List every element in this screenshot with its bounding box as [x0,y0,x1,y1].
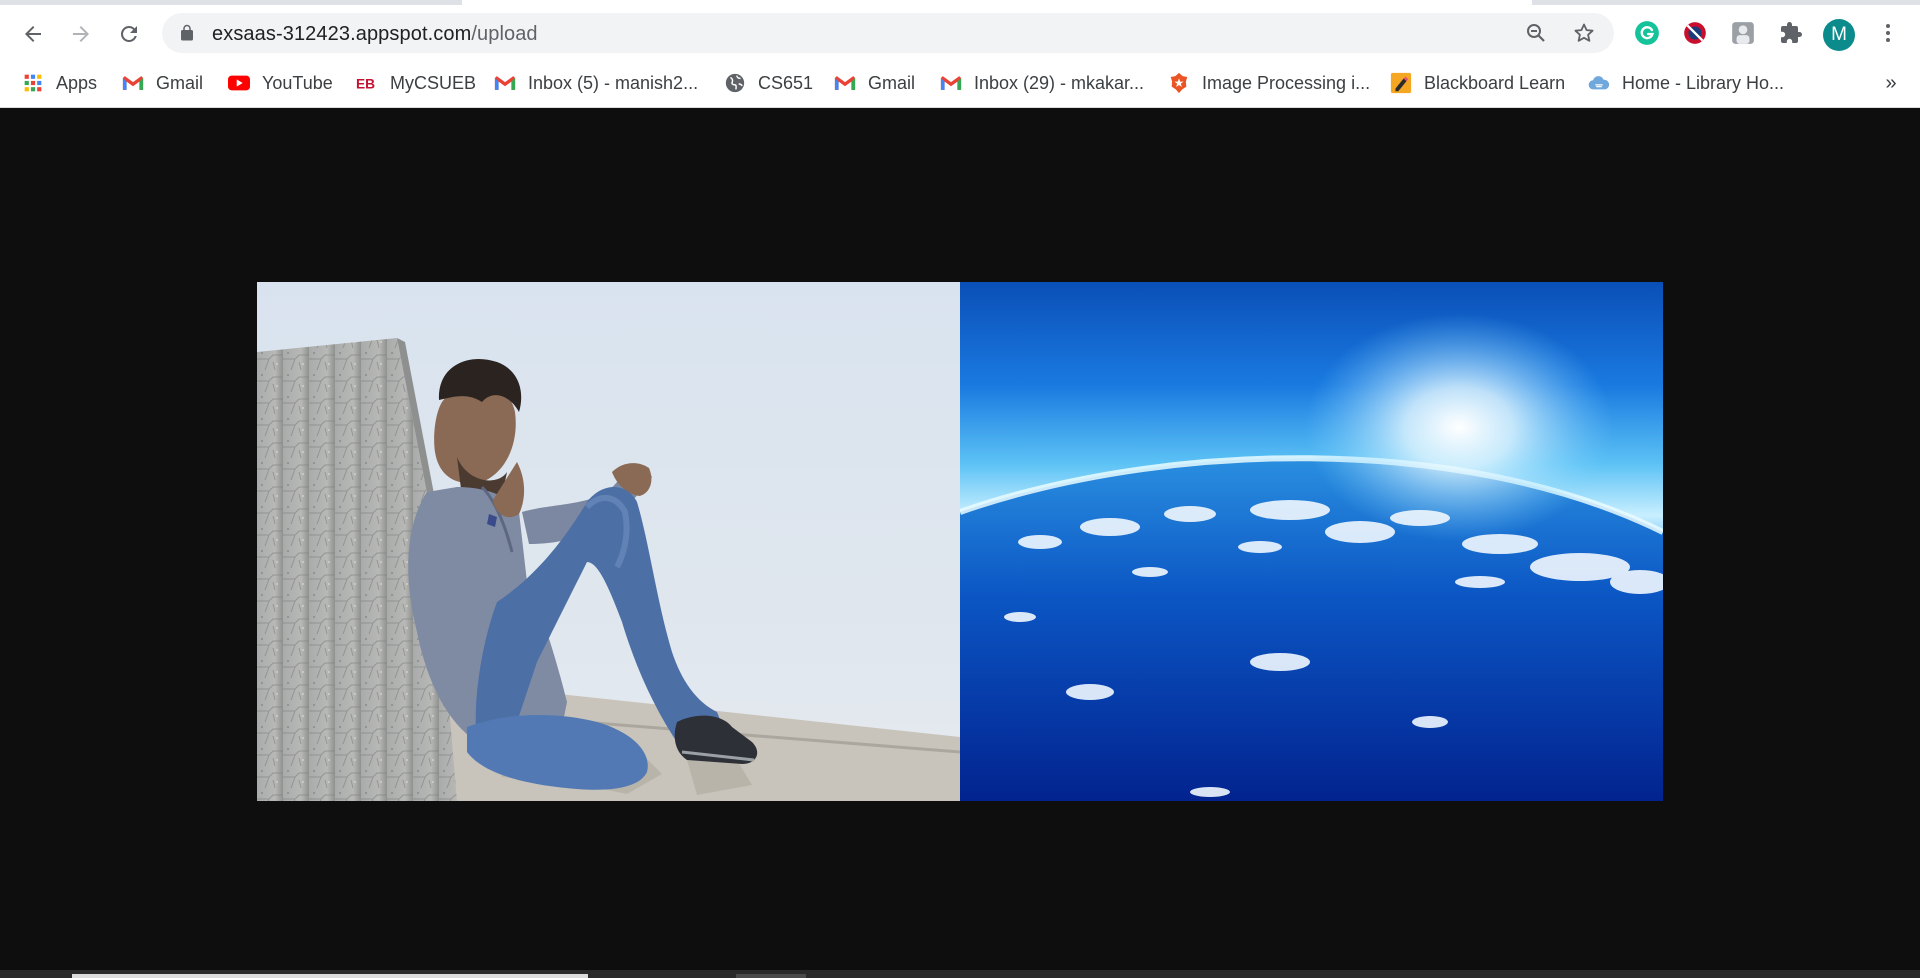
man-sitting-against-wall-photo [257,282,960,801]
reload-icon [121,26,137,42]
gmail-icon [494,72,516,94]
bookmark-label: Blackboard Learn [1424,72,1566,93]
bookmark-label: Apps [56,72,98,93]
scrollbar-track-segment [736,974,806,978]
bookmark-mycsueb[interactable]: EB MyCSUEB [356,68,476,98]
bookmark-inbox-mkakar[interactable]: Inbox (29) - mkakar... [940,68,1144,98]
reload-button[interactable] [110,15,148,53]
profile-avatar[interactable]: M [1823,19,1855,51]
browser-toolbar: exsaas-312423.appspot.com/upload M [0,5,1920,60]
bookmark-cs651[interactable]: CS651 [724,68,813,98]
address-bar[interactable]: exsaas-312423.appspot.com/upload [162,13,1614,53]
bookmark-image-processing[interactable]: Image Processing i... [1168,68,1370,98]
back-button[interactable] [14,15,52,53]
bookmark-label: YouTube [262,72,333,93]
auth0-icon [1168,72,1190,94]
profile-initial: M [1831,24,1847,45]
bookmark-label: Gmail [156,72,204,93]
bookmarks-bar: Apps Gmail YouTube EB MyCSUEB Inbox (5) … [0,60,1920,108]
bookmark-inbox-manish[interactable]: Inbox (5) - manish2... [494,68,698,98]
bookmark-label: MyCSUEB [390,72,477,93]
bookmark-youtube[interactable]: YouTube [228,68,333,98]
forward-button[interactable] [62,15,100,53]
bookmark-library[interactable]: Home - Library Ho... [1588,68,1784,98]
url-path: /upload [471,23,538,45]
blackboard-icon [1390,72,1412,94]
url-host: exsaas-312423.appspot.com [212,23,472,45]
url-text: exsaas-312423.appspot.com/upload [212,23,538,46]
bookmark-label: Inbox (5) - manish2... [528,72,699,93]
gmail-icon [940,72,962,94]
bookmark-label: Image Processing i... [1202,72,1371,93]
eb-icon: EB [356,72,378,94]
bookmark-gmail-2[interactable]: Gmail [834,68,915,98]
zoom-out-icon[interactable] [1524,21,1548,45]
kebab-menu-icon[interactable] [1872,17,1904,49]
grammarly-icon[interactable] [1631,17,1663,49]
bookmarks-overflow-button[interactable]: » [1876,68,1906,98]
cloud-icon [1588,72,1610,94]
arrow-right-icon [73,26,89,42]
earth-atmosphere-from-space-photo [960,282,1663,801]
horizontal-scrollbar[interactable] [0,970,1920,978]
bookmark-label: Home - Library Ho... [1622,72,1785,93]
svg-text:EB: EB [356,77,375,92]
lock-icon [181,24,193,41]
globe-icon [724,72,746,94]
gmail-icon [122,72,144,94]
apps-grid-icon [22,72,44,94]
bookmark-blackboard[interactable]: Blackboard Learn [1390,68,1565,98]
bookmark-label: Inbox (29) - mkakar... [974,72,1145,93]
scrollbar-thumb[interactable] [72,974,588,978]
youtube-icon [228,72,250,94]
gmail-icon [834,72,856,94]
bookmark-label: Gmail [868,72,916,93]
bookmark-gmail[interactable]: Gmail [122,68,203,98]
page-content [0,108,1920,970]
profile-photo-extension-icon[interactable] [1727,17,1759,49]
bookmark-apps[interactable]: Apps [22,68,97,98]
star-icon[interactable] [1572,21,1596,45]
bookmark-label: CS651 [758,72,814,93]
puzzle-extensions-icon[interactable] [1775,17,1807,49]
arrow-left-icon [25,26,41,42]
blocker-extension-icon[interactable] [1679,17,1711,49]
